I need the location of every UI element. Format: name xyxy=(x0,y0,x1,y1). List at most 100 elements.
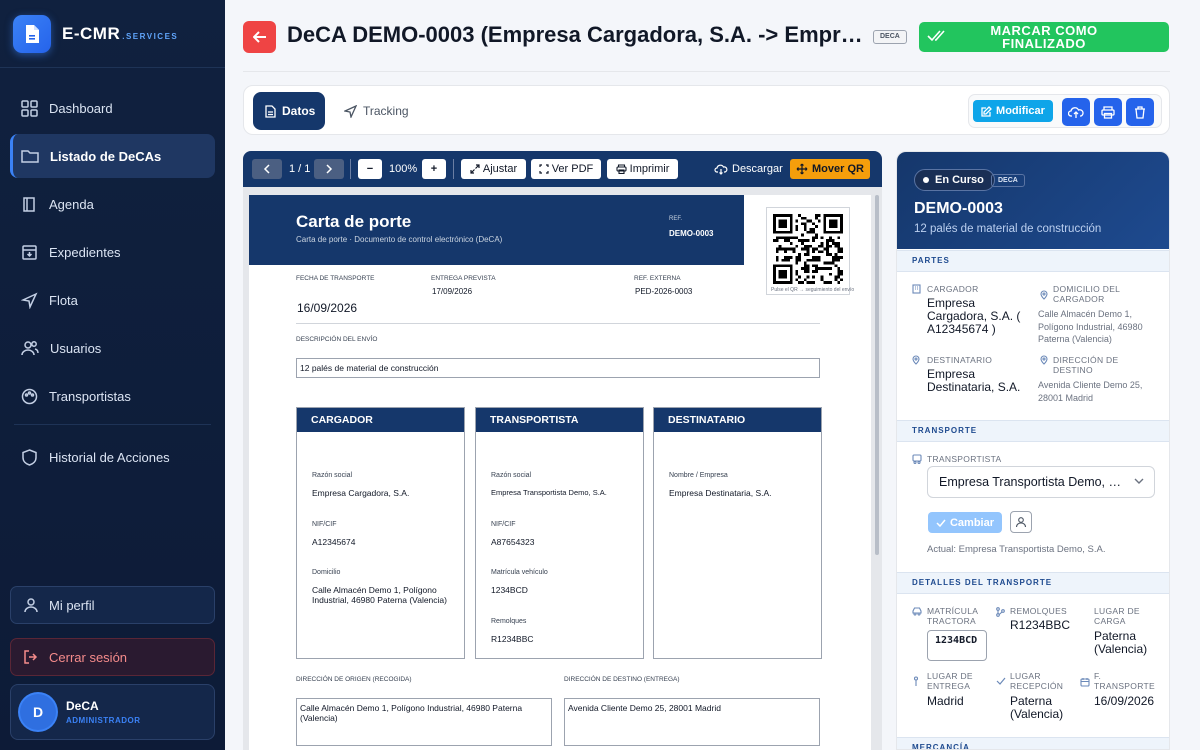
nombre-value: Empresa Destinataria, S.A. xyxy=(669,488,772,498)
divider xyxy=(296,323,820,324)
print-pdf-button[interactable]: Imprimir xyxy=(607,159,678,179)
nif-label: NIF/CIF xyxy=(491,521,516,528)
lugar-entrega-label: LUGAR DE ENTREGA xyxy=(927,671,973,691)
chevron-left-icon xyxy=(263,164,271,174)
pin-icon xyxy=(912,355,920,365)
destination-label: DIRECCIÓN DE DESTINO (ENTREGA) xyxy=(564,676,680,683)
logout-label: Cerrar sesión xyxy=(49,649,128,665)
cloud-upload-button[interactable] xyxy=(1062,98,1090,126)
download-button[interactable]: Descargar xyxy=(714,159,783,179)
nav-item-expedientes[interactable]: Expedientes xyxy=(10,230,215,274)
nav-label: Expedientes xyxy=(49,244,121,260)
tab-label: Datos xyxy=(282,104,316,118)
user-icon xyxy=(1015,516,1027,528)
nav-item-agenda[interactable]: Agenda xyxy=(10,182,215,226)
car-icon xyxy=(912,607,922,616)
delete-button[interactable] xyxy=(1126,98,1154,126)
remolques-label: REMOLQUES xyxy=(1010,606,1068,616)
nav-item-usuarios[interactable]: Usuarios xyxy=(10,326,215,370)
nav-item-dashboard[interactable]: Dashboard xyxy=(10,86,215,130)
assign-user-button[interactable] xyxy=(1010,511,1032,533)
profile-button[interactable]: Mi perfil xyxy=(10,586,215,624)
select-value: Empresa Transportista Demo, S.A. xyxy=(939,475,1129,489)
section-transporte: TRANSPORTE xyxy=(897,420,1169,442)
nif-value: A12345674 xyxy=(312,537,356,547)
page-header: DeCA DEMO-0003 (Empresa Cargadora, S.A. … xyxy=(243,0,1170,72)
zoom-in-button[interactable]: + xyxy=(422,159,446,179)
razon-value: Empresa Cargadora, S.A. xyxy=(312,488,410,498)
printer-icon xyxy=(616,164,630,174)
transportista-select[interactable]: Empresa Transportista Demo, S.A. xyxy=(927,466,1155,498)
tab-datos[interactable]: Datos xyxy=(253,92,325,130)
nav-item-transportistas[interactable]: Transportistas xyxy=(10,374,215,418)
zoom-out-button[interactable]: − xyxy=(358,159,382,179)
logout-button[interactable]: Cerrar sesión xyxy=(10,638,215,676)
move-qr-button[interactable]: Mover QR xyxy=(790,159,870,179)
brand-suffix: .SERVICES xyxy=(122,32,179,41)
nav-item-historial[interactable]: Historial de Acciones xyxy=(10,435,215,479)
next-page-button[interactable] xyxy=(314,159,344,179)
sidebar: E-CMR .SERVICES Dashboard Listado de DeC… xyxy=(0,0,225,750)
pin-icon xyxy=(1040,355,1048,365)
transport-date-label: FECHA DE TRANSPORTE xyxy=(296,275,375,282)
description-field: 12 palés de material de construcción xyxy=(296,358,820,378)
print-button[interactable] xyxy=(1094,98,1122,126)
matricula-label: Matrícula vehículo xyxy=(491,569,548,576)
user-name: DeCA xyxy=(66,699,99,713)
lugar-recepcion-label: LUGAR RECEPCIÓN xyxy=(1010,671,1064,691)
document-header: Carta de porte Carta de porte · Document… xyxy=(249,195,744,265)
remolques-value: R1234BBC xyxy=(491,634,534,644)
origin-field: Calle Almacén Demo 1, Polígono Industria… xyxy=(296,698,552,746)
fit-button[interactable]: Ajustar xyxy=(461,159,526,179)
change-label: Cambiar xyxy=(949,516,995,529)
prev-page-button[interactable] xyxy=(252,159,282,179)
pdf-viewer: 1 / 1 − 100% + Ajustar Ver PDF Imprimir … xyxy=(243,151,882,750)
avatar: D xyxy=(20,694,56,730)
delivery-label: ENTREGA PREVISTA xyxy=(431,275,496,282)
pdf-page: Carta de porte Carta de porte · Document… xyxy=(249,195,871,750)
edit-label: Modificar xyxy=(996,105,1045,117)
logout-icon xyxy=(23,649,49,665)
dashboard-icon xyxy=(21,99,49,117)
tab-tracking[interactable]: Tracking xyxy=(332,92,421,130)
navigation-icon xyxy=(344,104,363,118)
destinatario-header: DESTINATARIO xyxy=(654,408,821,432)
user-card[interactable]: D DeCA ADMINISTRADOR xyxy=(10,684,215,740)
destinatario-box: DESTINATARIO Nombre / Empresa Empresa De… xyxy=(653,407,822,659)
toolbar-divider xyxy=(453,159,454,179)
download-label: Descargar xyxy=(732,163,783,175)
change-button[interactable]: Cambiar xyxy=(928,512,1002,533)
current-carrier: Actual: Empresa Transportista Demo, S.A. xyxy=(927,544,1106,555)
nav-item-flota[interactable]: Flota xyxy=(10,278,215,322)
lugar-entrega-value: Madrid xyxy=(927,694,964,708)
details-panel: En Curso DECA DEMO-0003 12 palés de mate… xyxy=(896,151,1170,750)
qr-code[interactable] xyxy=(766,207,850,295)
fullscreen-icon xyxy=(539,164,552,174)
transportista-box: TRANSPORTISTA Razón social Empresa Trans… xyxy=(475,407,644,659)
status-dot-icon xyxy=(923,177,929,183)
mark-finished-button[interactable]: MARCAR COMO FINALIZADO xyxy=(919,22,1169,52)
destination-field: Avenida Cliente Demo 25, 28001 Madrid xyxy=(564,698,820,746)
page-indicator: 1 / 1 xyxy=(289,163,311,175)
panel-title: DEMO-0003 xyxy=(914,200,1003,217)
nav-item-listado[interactable]: Listado de DeCAs xyxy=(10,134,215,178)
status-label: En Curso xyxy=(935,174,984,186)
tabs-bar: Datos Tracking Modificar xyxy=(243,85,1170,135)
pdf-scrollbar[interactable] xyxy=(875,195,879,555)
navigation-icon xyxy=(21,291,49,309)
view-pdf-label: Ver PDF xyxy=(551,163,594,175)
brand[interactable]: E-CMR .SERVICES xyxy=(0,0,225,68)
view-pdf-button[interactable]: Ver PDF xyxy=(531,159,601,179)
calendar-icon xyxy=(1080,677,1090,687)
check-icon xyxy=(996,677,1006,685)
fecha-transporte-value: 16/09/2026 xyxy=(1094,694,1155,708)
pin-icon xyxy=(913,676,919,687)
building-icon xyxy=(912,284,921,294)
pin-icon xyxy=(1040,290,1048,300)
edit-button[interactable]: Modificar xyxy=(973,100,1053,122)
arrow-left-icon xyxy=(252,30,267,44)
back-button[interactable] xyxy=(243,21,276,53)
external-ref-value: PED-2026-0003 xyxy=(635,287,693,296)
user-role: ADMINISTRADOR xyxy=(66,716,141,725)
section-partes: PARTES xyxy=(897,250,1169,272)
